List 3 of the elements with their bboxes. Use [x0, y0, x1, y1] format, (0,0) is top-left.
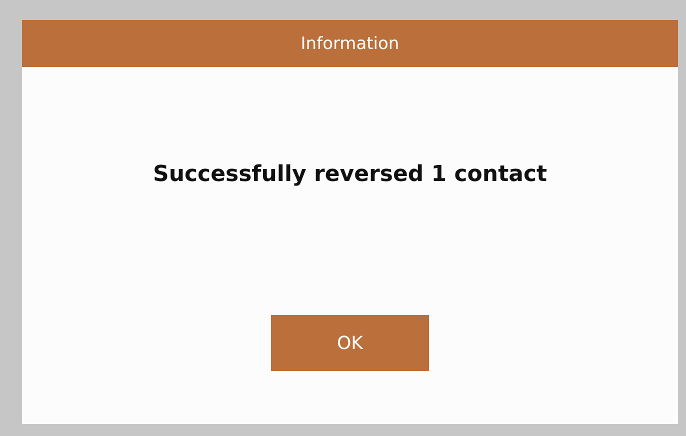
window-title: Information: [22, 20, 678, 67]
ok-button[interactable]: OK: [271, 315, 429, 371]
message-text: Successfully reversed 1 contact: [152, 162, 548, 187]
